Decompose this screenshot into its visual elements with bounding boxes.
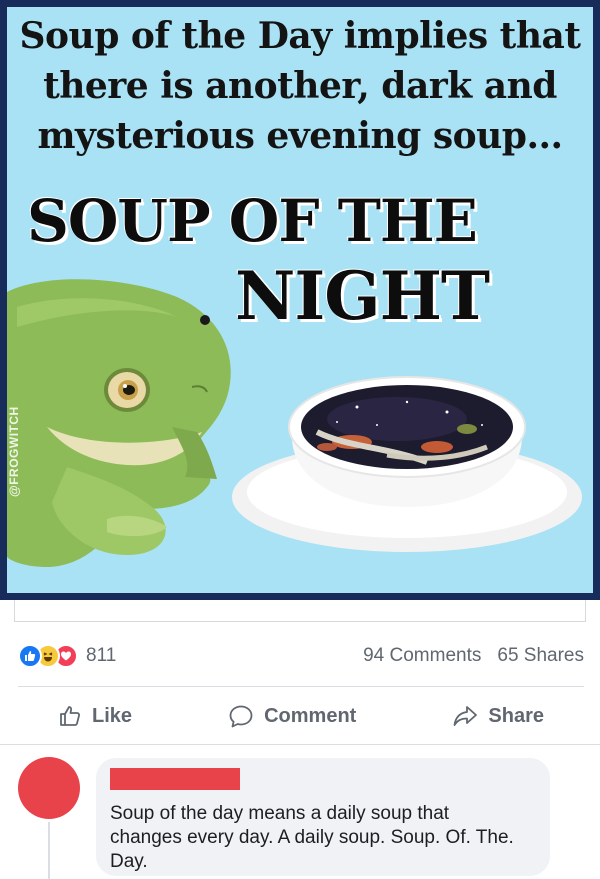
like-reaction-icon [18, 644, 42, 668]
comments-count-link[interactable]: 94 Comments [363, 645, 481, 667]
meme-image[interactable]: Soup of the Day implies that there is an… [0, 0, 600, 600]
share-button[interactable]: Share [412, 698, 584, 734]
frog-icon [7, 279, 231, 567]
meme-title-line-2: NIGHT [235, 257, 490, 335]
comment-bubble: Soup of the day means a daily soup that … [96, 758, 550, 876]
comment-thread-line [48, 822, 50, 879]
image-caption-strip [14, 600, 586, 622]
reactions-summary[interactable]: 811 [18, 644, 116, 668]
meme-title-line-1: SOUP OF THE [27, 187, 478, 255]
shares-count-link[interactable]: 65 Shares [497, 645, 584, 667]
comment-button[interactable]: Comment [188, 698, 396, 734]
meme-watermark: @FROGWITCH [7, 406, 21, 497]
reaction-count: 811 [86, 645, 117, 666]
post-action-bar: Like Comment Share [18, 694, 584, 738]
share-arrow-icon [453, 706, 478, 726]
share-button-label: Share [488, 704, 544, 727]
stats-divider [18, 686, 584, 687]
meme-canvas: Soup of the Day implies that there is an… [7, 7, 593, 593]
commenter-avatar[interactable] [18, 757, 80, 819]
comment-bubble-icon [229, 705, 253, 728]
redacted-commenter-name [110, 768, 240, 790]
post-stats-row: 811 94 Comments 65 Shares [18, 640, 584, 672]
actions-divider [0, 744, 600, 745]
comment-text: Soup of the day means a daily soup that … [110, 803, 514, 872]
soup-bowl-icon [232, 376, 582, 552]
like-button-label: Like [92, 704, 133, 727]
thumbs-up-icon [60, 706, 80, 726]
comment-button-label: Comment [264, 704, 357, 727]
like-button[interactable]: Like [18, 698, 172, 734]
